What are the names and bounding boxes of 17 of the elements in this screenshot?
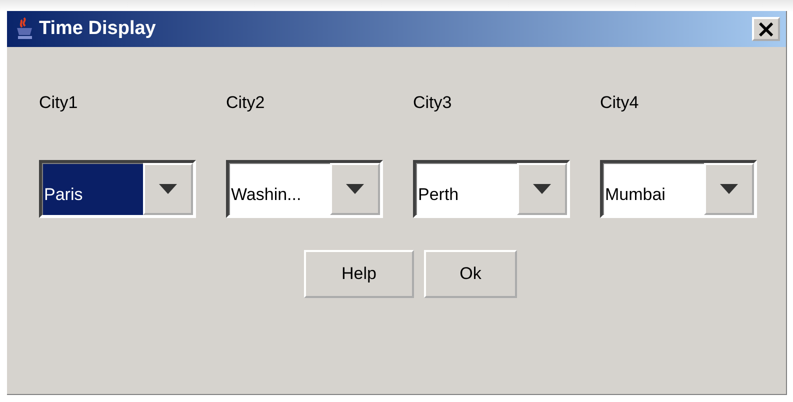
city-label: City1 (39, 93, 79, 114)
dropdown-arrow-icon (720, 184, 738, 194)
city-dropdown[interactable]: Perth (413, 160, 570, 218)
dropdown-arrow-icon (533, 184, 551, 194)
city-dropdown[interactable]: Washin... (226, 160, 383, 218)
dropdown-arrow-icon (346, 184, 364, 194)
city-label: City4 (600, 93, 640, 114)
close-button[interactable]: × (752, 17, 780, 41)
window-title: Time Display (39, 18, 157, 40)
city-label: City3 (413, 93, 453, 114)
city-dropdown[interactable]: Mumbai (600, 160, 757, 218)
dialog-button[interactable]: Ok (424, 250, 517, 298)
dropdown-arrow-icon (159, 184, 177, 194)
cup-icon (15, 17, 35, 41)
city-dropdown[interactable]: Paris (39, 160, 196, 218)
dialog-button[interactable]: Help (304, 250, 414, 298)
city-label: City2 (226, 93, 266, 114)
